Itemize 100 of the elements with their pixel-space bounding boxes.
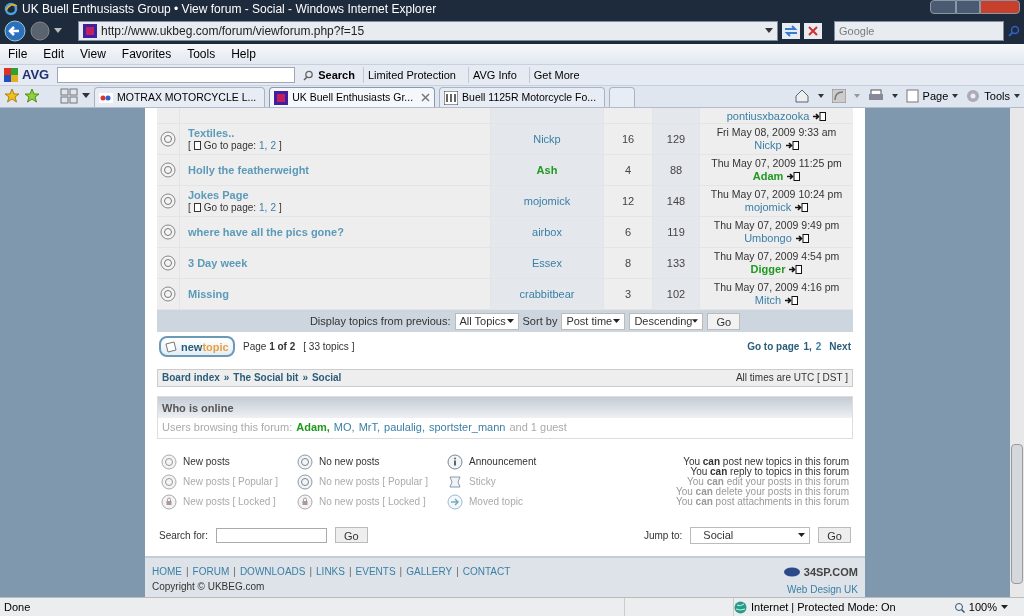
user-link[interactable]: MO, xyxy=(333,419,355,436)
maximize-button[interactable] xyxy=(956,0,980,14)
topic-link[interactable]: Jokes Page xyxy=(188,188,482,202)
search-button[interactable]: Search xyxy=(303,66,355,84)
gear-icon xyxy=(966,88,981,103)
timezone-text: All times are UTC [ DST ] xyxy=(735,371,848,386)
view-latest-post-icon[interactable] xyxy=(787,172,801,181)
go-button[interactable]: Go xyxy=(707,312,741,330)
last-post-time: Thu May 07, 2009 11:25 pm xyxy=(711,157,842,170)
toolbar-item[interactable]: AVG Info xyxy=(467,66,521,84)
views-count: 88 xyxy=(669,162,683,178)
search-field[interactable] xyxy=(215,527,327,543)
page-link[interactable]: 1, xyxy=(259,139,268,152)
last-post-time: Thu May 07, 2009 4:16 pm xyxy=(713,281,840,294)
web-design-link[interactable]: Web Design UK xyxy=(787,582,858,597)
go-button[interactable]: Go xyxy=(334,527,368,543)
view-latest-post-icon[interactable] xyxy=(813,112,827,121)
author-link[interactable]: Mitch xyxy=(754,294,782,307)
view-latest-post-icon[interactable] xyxy=(795,203,809,212)
topic-icon xyxy=(160,131,176,147)
author-link[interactable]: airbox xyxy=(532,223,562,241)
browser-tab[interactable]: MOTRAX MOTORCYCLE L... xyxy=(94,87,266,107)
user-link[interactable]: Adam, xyxy=(296,419,330,436)
zone-text: Internet | Protected Mode: On xyxy=(751,599,896,615)
dropdown[interactable]: Descending xyxy=(629,312,704,330)
user-link[interactable]: paulalig, xyxy=(384,419,425,436)
page-link[interactable]: 2 xyxy=(270,139,276,152)
toolbar-item[interactable]: Limited Protection xyxy=(362,66,460,84)
topic-icon xyxy=(161,453,177,470)
author-link[interactable]: Ash xyxy=(536,161,558,179)
dropdown[interactable]: All Topics xyxy=(454,312,519,330)
page-link[interactable]: 1, xyxy=(259,201,268,214)
user-link[interactable]: sportster_mann xyxy=(429,419,506,436)
footer-link[interactable]: EVENTS xyxy=(355,563,396,579)
avg-brand[interactable]: AVG xyxy=(22,65,50,85)
breadcrumb-link[interactable]: Board index xyxy=(162,370,220,386)
browser-tab[interactable]: UK Buell Enthusiasts Gr... xyxy=(269,87,436,107)
view-latest-post-icon[interactable] xyxy=(795,234,809,243)
jump-label: Jump to: xyxy=(643,528,683,543)
legend-text: Sticky xyxy=(469,475,496,489)
close-button[interactable] xyxy=(980,0,1020,14)
breadcrumb-link[interactable]: The Social bit xyxy=(233,370,299,386)
address-field[interactable]: http://www.ukbeg.com/forum/viewforum.php?f=15 xyxy=(78,21,778,41)
new-tab-button[interactable] xyxy=(609,87,636,107)
author-link[interactable]: Nickp xyxy=(754,139,782,152)
new-topic-button[interactable]: newtopic xyxy=(159,336,235,358)
user-link[interactable]: MrT, xyxy=(358,419,380,436)
zoom-button[interactable]: 100% xyxy=(953,598,1008,616)
menu-item[interactable]: File xyxy=(8,45,28,63)
minimize-button[interactable] xyxy=(930,0,956,14)
footer-link[interactable]: DOWNLOADS xyxy=(239,563,306,579)
command-button[interactable]: Tools xyxy=(966,87,1020,104)
menu-item[interactable]: Help xyxy=(231,45,256,63)
scrollbar[interactable] xyxy=(1010,108,1024,597)
menu-item[interactable]: View xyxy=(80,45,106,63)
command-button[interactable]: Page xyxy=(905,87,959,104)
footer-link[interactable]: HOME xyxy=(152,563,182,579)
search-field[interactable]: Google xyxy=(834,21,1004,41)
author-link[interactable]: Nickp xyxy=(533,130,561,148)
view-latest-post-icon[interactable] xyxy=(789,265,803,274)
footer-link[interactable]: FORUM xyxy=(192,563,230,579)
site-icon xyxy=(444,90,459,105)
page-link[interactable]: 2 xyxy=(270,201,276,214)
author-link[interactable]: Essex xyxy=(532,254,562,272)
browser-tab[interactable]: Buell 1125R Motorcycle Fo... xyxy=(439,87,606,107)
footer-link[interactable]: GALLERY xyxy=(406,563,453,579)
avg-logo-icon xyxy=(4,68,18,82)
view-latest-post-icon[interactable] xyxy=(785,296,799,305)
breadcrumb-link[interactable]: Social xyxy=(311,370,342,386)
footer-link[interactable]: LINKS xyxy=(316,563,345,579)
next-link[interactable]: Next xyxy=(829,339,851,355)
footer-link[interactable]: CONTACT xyxy=(462,563,511,579)
topic-icon xyxy=(161,473,177,490)
author-link[interactable]: Umbongo xyxy=(744,232,792,245)
dropdown-icon xyxy=(853,93,860,98)
page-link[interactable]: 2 xyxy=(815,339,822,355)
menu-item[interactable]: Tools xyxy=(187,45,216,63)
author-link[interactable]: Digger xyxy=(750,263,786,276)
topic-link[interactable]: Textiles.. xyxy=(188,126,482,140)
topic-icon xyxy=(160,224,176,240)
author-link[interactable]: Adam xyxy=(752,170,784,183)
dropdown[interactable]: Post time xyxy=(561,312,626,330)
info-icon xyxy=(447,453,463,470)
host-name[interactable]: 34SP.COM xyxy=(803,563,858,580)
author-link[interactable]: mojomick xyxy=(744,201,792,214)
bracket-text: ] xyxy=(278,201,282,214)
scrollbar-thumb[interactable] xyxy=(1011,444,1023,584)
go-button[interactable]: Go xyxy=(818,527,851,543)
menu-item[interactable]: Edit xyxy=(43,45,65,63)
zoom-icon xyxy=(953,601,965,613)
legend-text: No new posts [ Popular ] xyxy=(319,475,428,489)
ebay-tab-icon xyxy=(99,90,113,105)
dropdown[interactable]: Social xyxy=(690,526,811,544)
views-count: 129 xyxy=(666,131,686,147)
toolbar-item[interactable]: Get More xyxy=(528,66,584,84)
search-field[interactable] xyxy=(57,67,296,83)
permission-text: You can post new topics in this forum xyxy=(683,456,849,467)
menu-item[interactable]: Favorites xyxy=(121,45,172,63)
view-latest-post-icon[interactable] xyxy=(785,141,799,150)
dropdown-icon xyxy=(54,28,62,34)
